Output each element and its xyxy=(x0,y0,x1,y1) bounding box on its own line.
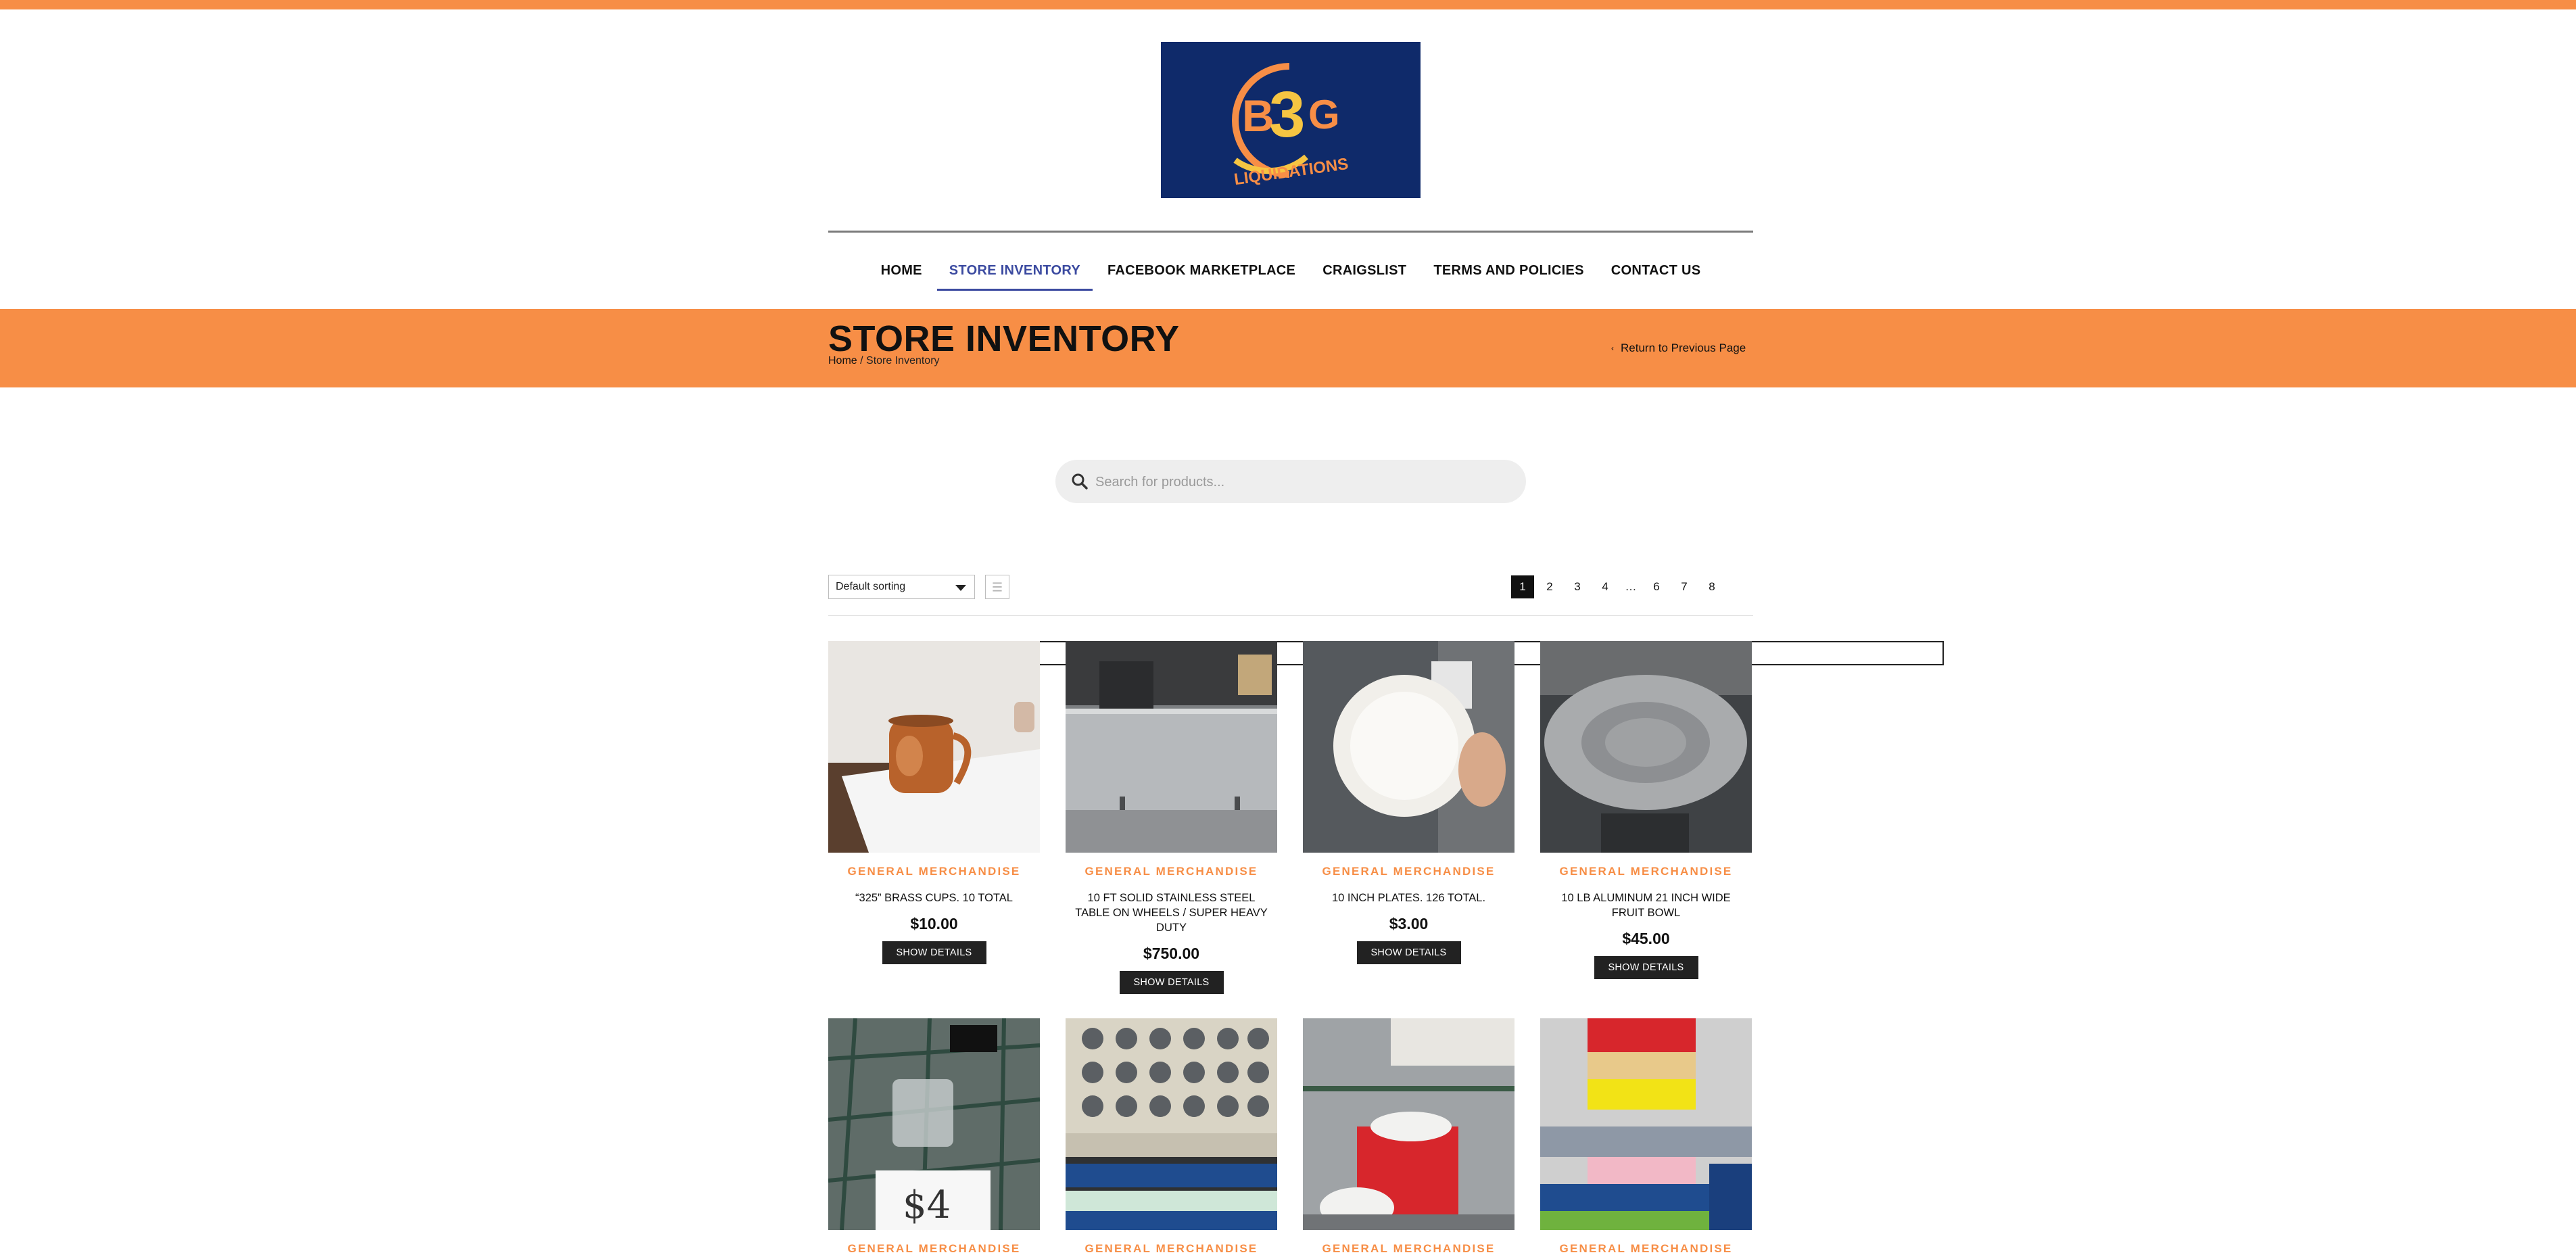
page-ellipsis: … xyxy=(1625,580,1637,593)
sort-select[interactable]: Default sorting xyxy=(828,575,975,599)
page-7[interactable]: 7 xyxy=(1672,575,1696,599)
product-image-dish-racks[interactable] xyxy=(1540,1018,1752,1230)
product-title[interactable]: 10 INCH PLATES. 126 TOTAL. xyxy=(1308,891,1510,905)
search-icon[interactable] xyxy=(1070,472,1089,491)
breadcrumb-separator: / xyxy=(857,355,867,366)
logo-image: B 3 G LIQUIDATIONS xyxy=(1161,42,1421,198)
show-details-button[interactable]: SHOW DETAILS xyxy=(1119,971,1224,994)
search-input[interactable] xyxy=(1094,464,1509,500)
product-card: GENERAL MERCHANDISE “325” BRASS CUPS. 10… xyxy=(828,641,1040,964)
product-card: GENERAL MERCHANDISE 10 FT SOLID STAINLES… xyxy=(1066,641,1277,994)
header-divider xyxy=(828,231,1753,233)
svg-text:$4: $4 xyxy=(903,1183,951,1227)
breadcrumb-current: Store Inventory xyxy=(866,355,940,366)
product-category[interactable]: GENERAL MERCHANDISE xyxy=(1540,1242,1752,1256)
page-4[interactable]: 4 xyxy=(1593,575,1617,599)
page-6[interactable]: 6 xyxy=(1644,575,1669,599)
product-card: GENERAL MERCHANDISE xyxy=(1303,1018,1514,1256)
nav-facebook-marketplace[interactable]: FACEBOOK MARKETPLACE xyxy=(1094,252,1309,289)
page-banner: STORE INVENTORY Home / Store Inventory ‹… xyxy=(0,309,2576,387)
product-image-steel-table[interactable] xyxy=(1066,641,1277,853)
breadcrumb-home-link[interactable]: Home xyxy=(828,355,857,366)
product-card: GENERAL MERCHANDISE 10 LB ALUMINUM 21 IN… xyxy=(1540,641,1752,979)
chevron-left-icon: ‹ xyxy=(1611,343,1614,353)
product-price: $750.00 xyxy=(1143,945,1200,962)
product-title[interactable]: “325” BRASS CUPS. 10 TOTAL xyxy=(833,891,1036,905)
product-image-glass-racks[interactable] xyxy=(1066,1018,1277,1230)
product-price: $3.00 xyxy=(1389,915,1429,932)
product-card: $4 GENERAL MERCHANDISE xyxy=(828,1018,1040,1256)
product-category[interactable]: GENERAL MERCHANDISE xyxy=(828,1242,1040,1256)
product-image-white-plate[interactable] xyxy=(1303,641,1514,853)
page-1[interactable]: 1 xyxy=(1511,575,1534,598)
product-category[interactable]: GENERAL MERCHANDISE xyxy=(1303,865,1514,878)
product-price: $45.00 xyxy=(1622,930,1670,947)
top-accent-bar xyxy=(0,0,2576,9)
product-search xyxy=(1055,460,1526,503)
show-details-button[interactable]: SHOW DETAILS xyxy=(1594,956,1698,979)
product-card: GENERAL MERCHANDISE xyxy=(1540,1018,1752,1256)
product-title[interactable]: 10 FT SOLID STAINLESS STEEL TABLE ON WHE… xyxy=(1070,891,1273,935)
nav-contact-us[interactable]: CONTACT US xyxy=(1598,252,1715,289)
show-details-button[interactable]: SHOW DETAILS xyxy=(1356,941,1461,964)
nav-terms-and-policies[interactable]: TERMS AND POLICIES xyxy=(1420,252,1597,289)
page-2[interactable]: 2 xyxy=(1537,575,1562,599)
page-8[interactable]: 8 xyxy=(1700,575,1724,599)
sort-select-value: Default sorting xyxy=(836,581,906,592)
list-view-button[interactable] xyxy=(985,575,1009,599)
nav-craigslist[interactable]: CRAIGSLIST xyxy=(1309,252,1420,289)
dropdown-arrow-icon xyxy=(955,585,966,591)
return-previous-link[interactable]: ‹ Return to Previous Page xyxy=(1611,341,1753,355)
nav-home[interactable]: HOME xyxy=(867,252,936,289)
site-logo[interactable]: B 3 G LIQUIDATIONS xyxy=(1161,42,1421,198)
product-price: $10.00 xyxy=(910,915,958,932)
pagination: 1 2 3 4 … 6 7 8 xyxy=(1511,575,1727,599)
product-category[interactable]: GENERAL MERCHANDISE xyxy=(1540,865,1752,878)
breadcrumb: Home / Store Inventory xyxy=(828,355,940,367)
product-image-aluminum-bowl[interactable] xyxy=(1540,641,1752,853)
return-previous-label: Return to Previous Page xyxy=(1621,341,1746,354)
nav-store-inventory[interactable]: STORE INVENTORY xyxy=(936,252,1094,291)
page-title: STORE INVENTORY xyxy=(828,318,1180,359)
product-card: GENERAL MERCHANDISE xyxy=(1066,1018,1277,1256)
main-nav: HOME STORE INVENTORY FACEBOOK MARKETPLAC… xyxy=(828,252,1753,291)
product-title[interactable]: 10 LB ALUMINUM 21 INCH WIDE FRUIT BOWL xyxy=(1545,891,1748,920)
product-category[interactable]: GENERAL MERCHANDISE xyxy=(1066,1242,1277,1256)
product-image-copper-mug[interactable] xyxy=(828,641,1040,853)
svg-text:G: G xyxy=(1308,92,1340,137)
svg-text:3: 3 xyxy=(1269,78,1305,151)
product-category[interactable]: GENERAL MERCHANDISE xyxy=(1066,865,1277,878)
product-card: GENERAL MERCHANDISE 10 INCH PLATES. 126 … xyxy=(1303,641,1514,964)
product-category[interactable]: GENERAL MERCHANDISE xyxy=(828,865,1040,878)
show-details-button[interactable]: SHOW DETAILS xyxy=(882,941,986,964)
product-category[interactable]: GENERAL MERCHANDISE xyxy=(1303,1242,1514,1256)
list-view-icon xyxy=(993,582,1002,592)
page-3[interactable]: 3 xyxy=(1565,575,1590,599)
product-image-glass-tumblers[interactable]: $4 xyxy=(828,1018,1040,1230)
toolbar-divider xyxy=(828,615,1753,616)
product-image-plates-shelf[interactable] xyxy=(1303,1018,1514,1230)
